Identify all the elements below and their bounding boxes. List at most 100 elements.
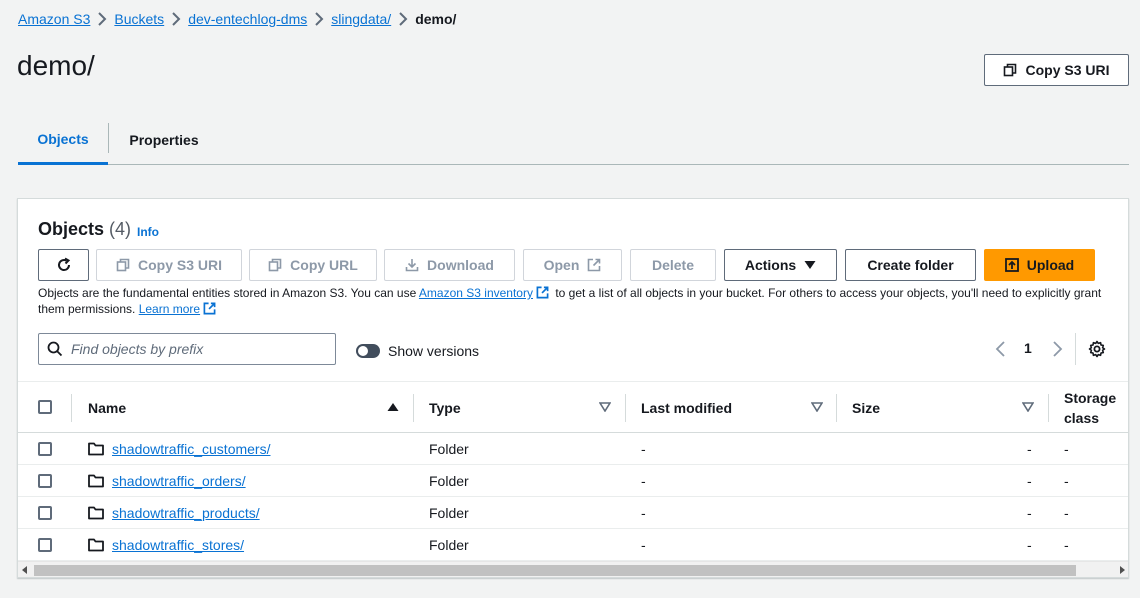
column-storage-class-label-1: Storage (1064, 390, 1117, 406)
upload-button[interactable]: Upload (984, 249, 1095, 281)
refresh-button[interactable] (38, 249, 89, 281)
object-type: Folder (429, 473, 469, 489)
object-name-link[interactable]: shadowtraffic_stores/ (112, 537, 244, 553)
column-header-name[interactable]: Name (88, 382, 126, 434)
external-link-icon (203, 302, 216, 315)
object-storage-class: - (1064, 537, 1069, 553)
info-link[interactable]: Info (137, 225, 159, 239)
folder-icon (88, 506, 104, 520)
chevron-right-icon (391, 9, 415, 29)
create-folder-label: Create folder (867, 257, 954, 273)
row-checkbox[interactable] (38, 442, 52, 456)
download-button[interactable]: Download (384, 249, 515, 281)
copy-icon (1004, 63, 1017, 77)
column-header-last-modified[interactable]: Last modified (641, 382, 732, 434)
sort-icon[interactable] (811, 402, 823, 412)
description-text-1: Objects are the fundamental entities sto… (38, 286, 419, 300)
table-row: shadowtraffic_orders/ Folder - - - (18, 465, 1128, 497)
horizontal-scrollbar[interactable] (18, 561, 1128, 577)
copy-url-button[interactable]: Copy URL (249, 249, 377, 281)
open-button[interactable]: Open (523, 249, 622, 281)
object-type: Folder (429, 505, 469, 521)
download-label: Download (427, 257, 494, 273)
object-last-modified: - (641, 473, 646, 489)
gear-icon[interactable] (1088, 340, 1106, 358)
tab-properties-label: Properties (129, 132, 199, 148)
sort-ascending-icon[interactable] (387, 402, 399, 412)
object-last-modified: - (641, 441, 646, 457)
delete-button[interactable]: Delete (630, 249, 716, 281)
row-checkbox[interactable] (38, 506, 52, 520)
column-header-storage-class[interactable]: Storage class (1064, 382, 1116, 434)
column-header-size[interactable]: Size (852, 382, 880, 434)
object-name-link[interactable]: shadowtraffic_orders/ (112, 473, 246, 489)
s3-inventory-link[interactable]: Amazon S3 inventory (419, 286, 533, 300)
delete-label: Delete (651, 257, 695, 273)
sort-icon[interactable] (599, 402, 611, 412)
refresh-icon (57, 257, 70, 271)
column-divider (413, 394, 414, 422)
object-storage-class: - (1064, 473, 1069, 489)
breadcrumb-amazon-s3[interactable]: Amazon S3 (18, 11, 90, 27)
scroll-right-arrow-icon[interactable] (1119, 566, 1125, 574)
chevron-right-icon[interactable] (1051, 341, 1063, 357)
object-last-modified: - (641, 537, 646, 553)
tab-objects-label: Objects (37, 130, 89, 147)
objects-count: (4) (109, 219, 132, 239)
object-size: - (1027, 441, 1032, 457)
object-name-link[interactable]: shadowtraffic_products/ (112, 505, 260, 521)
page-number[interactable]: 1 (1024, 340, 1032, 356)
row-checkbox[interactable] (38, 538, 52, 552)
copy-s3-uri-button[interactable]: Copy S3 URI (96, 249, 242, 281)
column-storage-class-label-2: class (1064, 410, 1100, 426)
copy-icon (268, 258, 282, 272)
external-link-icon (588, 258, 601, 272)
column-type-label: Type (429, 400, 461, 416)
scroll-left-arrow-icon[interactable] (22, 566, 28, 574)
show-versions-toggle[interactable] (356, 344, 380, 358)
object-storage-class: - (1064, 505, 1069, 521)
column-header-type[interactable]: Type (429, 382, 461, 434)
folder-icon (88, 538, 104, 552)
copy-url-label: Copy URL (290, 257, 358, 273)
select-all-checkbox[interactable] (38, 400, 52, 414)
objects-description: Objects are the fundamental entities sto… (38, 285, 1108, 317)
tab-properties[interactable]: Properties (109, 115, 219, 165)
tab-objects[interactable]: Objects (18, 115, 108, 165)
folder-icon (88, 474, 104, 488)
chevron-left-icon[interactable] (995, 341, 1007, 357)
table-row: shadowtraffic_products/ Folder - - - (18, 497, 1128, 529)
learn-more-link[interactable]: Learn more (139, 302, 200, 316)
actions-dropdown[interactable]: Actions (724, 249, 837, 281)
breadcrumb-buckets[interactable]: Buckets (114, 11, 164, 27)
copy-s3-uri-header-label: Copy S3 URI (1025, 62, 1110, 78)
tabs: Objects Properties (18, 115, 1129, 165)
column-last-modified-label: Last modified (641, 400, 733, 416)
object-last-modified: - (641, 505, 646, 521)
show-versions-label: Show versions (388, 343, 480, 359)
search-input[interactable] (71, 341, 321, 357)
objects-panel: Objects (4) Info Copy S3 URI Copy URL Do… (17, 198, 1129, 578)
sort-icon[interactable] (1022, 402, 1034, 412)
breadcrumb-current: demo/ (415, 11, 457, 27)
breadcrumb-slingdata[interactable]: slingdata/ (331, 11, 391, 27)
object-name-link[interactable]: shadowtraffic_customers/ (112, 441, 270, 457)
caret-down-icon (804, 261, 816, 269)
create-folder-button[interactable]: Create folder (845, 249, 976, 281)
column-divider (836, 394, 837, 422)
object-type: Folder (429, 537, 469, 553)
copy-s3-uri-header-button[interactable]: Copy S3 URI (984, 54, 1129, 86)
search-icon (47, 341, 63, 357)
column-divider (71, 394, 72, 422)
chevron-right-icon (164, 9, 188, 29)
row-checkbox[interactable] (38, 474, 52, 488)
external-link-icon (536, 286, 549, 299)
breadcrumb-bucket[interactable]: dev-entechlog-dms (188, 11, 307, 27)
page-title: demo/ (17, 50, 95, 81)
object-storage-class: - (1064, 441, 1069, 457)
object-size: - (1027, 537, 1032, 553)
upload-label: Upload (1026, 257, 1075, 273)
actions-label: Actions (744, 257, 797, 273)
table-row: shadowtraffic_customers/ Folder - - - (18, 433, 1128, 465)
scrollbar-thumb[interactable] (34, 565, 1076, 576)
